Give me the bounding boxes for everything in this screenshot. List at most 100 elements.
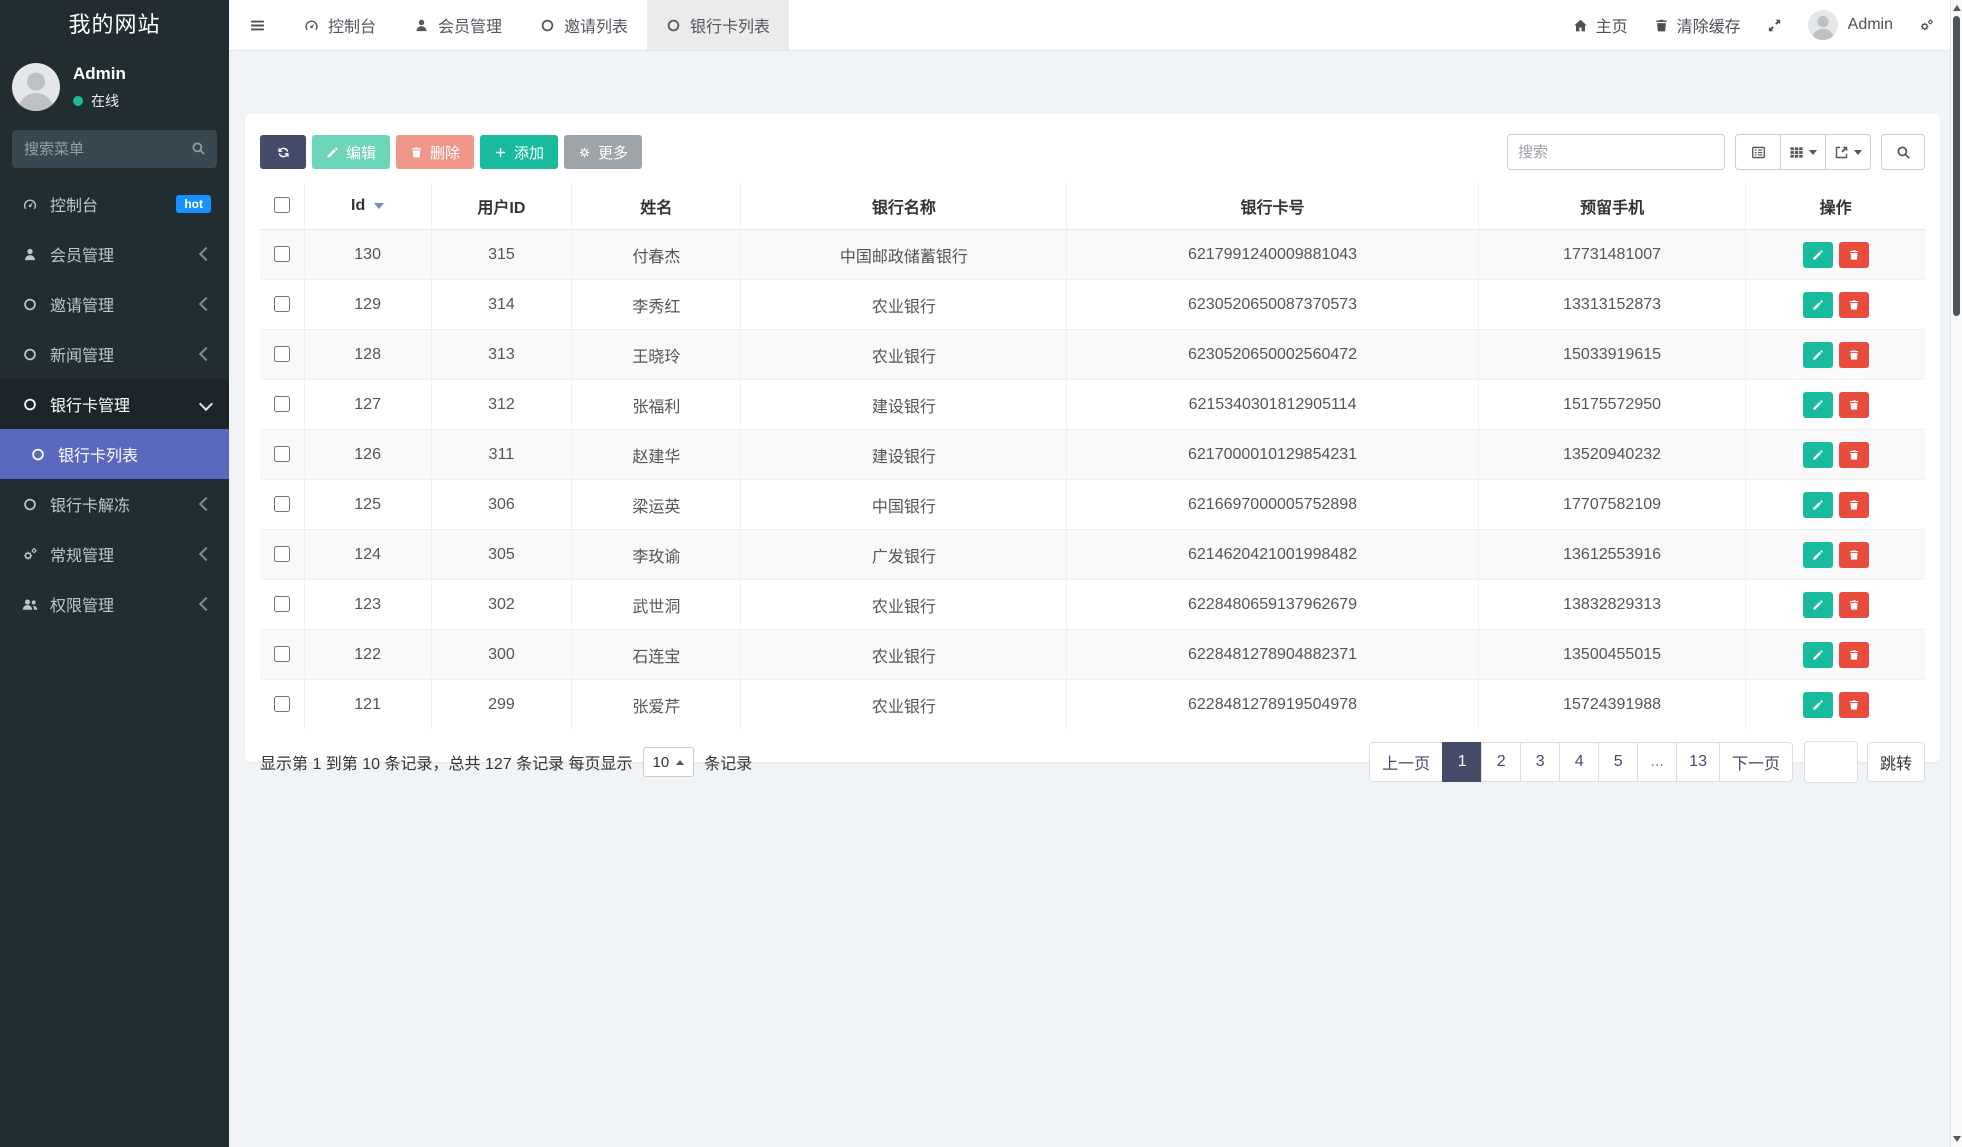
page-jump-button[interactable]: 跳转 (1866, 742, 1925, 782)
column-header-label[interactable]: 银行卡号 (1241, 200, 1305, 217)
sidebar-item-bankcard-unfreeze[interactable]: 银行卡解冻 (0, 479, 229, 529)
row-checkbox[interactable] (274, 295, 291, 312)
column-header-label[interactable]: 操作 (1820, 200, 1852, 217)
row-edit-button[interactable] (1802, 341, 1833, 368)
sidebar-item-permissions[interactable]: 权限管理 (0, 579, 229, 629)
sidebar-item-console[interactable]: 控制台 hot (0, 179, 229, 229)
row-delete-button[interactable] (1838, 341, 1869, 368)
row-edit-button[interactable] (1802, 391, 1833, 418)
row-edit-button[interactable] (1802, 491, 1833, 518)
detail-view-button[interactable] (1735, 134, 1781, 170)
row-checkbox[interactable] (274, 245, 291, 262)
row-checkbox[interactable] (274, 345, 291, 362)
cell-name: 赵建华 (571, 429, 741, 480)
fullscreen-button[interactable] (1767, 18, 1782, 33)
page-button-4[interactable]: 4 (1559, 742, 1600, 782)
sidebar-item-members[interactable]: 会员管理 (0, 229, 229, 279)
columns-toggle-button[interactable] (1780, 134, 1826, 170)
page-jump-input[interactable] (1803, 741, 1858, 783)
page-size-select[interactable]: 10 (642, 747, 695, 777)
row-checkbox[interactable] (274, 595, 291, 612)
select-all-checkbox[interactable] (274, 197, 291, 213)
scrollbar[interactable] (1950, 0, 1962, 1147)
row-edit-button[interactable] (1802, 641, 1833, 668)
tab-invite-list[interactable]: 邀请列表 (521, 0, 647, 50)
next-page-button[interactable]: 下一页 (1718, 742, 1793, 782)
cell-card: 6230520650087370573 (1066, 279, 1479, 330)
column-header-label[interactable]: 用户ID (477, 200, 525, 217)
more-button[interactable]: 更多 (564, 135, 643, 169)
cell-card: 6228481278919504978 (1066, 679, 1479, 729)
page-button-3[interactable]: 3 (1520, 742, 1561, 782)
sort-caret-icon[interactable] (374, 202, 385, 209)
row-delete-button[interactable] (1838, 391, 1869, 418)
sidebar-item-general[interactable]: 常规管理 (0, 529, 229, 579)
export-button[interactable] (1825, 134, 1871, 170)
row-edit-button[interactable] (1802, 591, 1833, 618)
column-header-label[interactable]: Id (351, 197, 365, 214)
tab-members[interactable]: 会员管理 (395, 0, 521, 50)
row-edit-button[interactable] (1802, 441, 1833, 468)
row-delete-button[interactable] (1838, 291, 1869, 318)
settings-gear-button[interactable] (1919, 18, 1934, 33)
row-checkbox[interactable] (274, 545, 291, 562)
page-ellipsis: ... (1637, 742, 1678, 782)
admin-user-menu[interactable]: Admin (1807, 10, 1893, 40)
clear-cache-link[interactable]: 清除缓存 (1654, 13, 1741, 37)
edit-button[interactable]: 编辑 (312, 135, 391, 169)
page-button-1[interactable]: 1 (1442, 742, 1483, 782)
row-edit-button[interactable] (1802, 541, 1833, 568)
tab-console[interactable]: 控制台 (285, 0, 395, 50)
sidebar-item-bankcard[interactable]: 银行卡管理 (0, 379, 229, 429)
sidebar-item-invites[interactable]: 邀请管理 (0, 279, 229, 329)
add-button[interactable]: 添加 (480, 135, 559, 169)
table-row: 123 302 武世洞 农业银行 6228480659137962679 13832829… (260, 579, 1925, 630)
sidebar-item-bankcard-list[interactable]: 银行卡列表 (0, 429, 229, 479)
cell-phone: 17707582109 (1477, 479, 1746, 530)
home-label: 主页 (1595, 19, 1628, 36)
row-delete-button[interactable] (1838, 591, 1869, 618)
trash-icon (1848, 549, 1860, 561)
sidebar-item-news[interactable]: 新闻管理 (0, 329, 229, 379)
column-header-label[interactable]: 银行名称 (872, 200, 936, 217)
table-search-input[interactable] (1507, 134, 1725, 170)
row-delete-button[interactable] (1838, 641, 1869, 668)
page-button-13[interactable]: 13 (1676, 742, 1720, 782)
row-delete-button[interactable] (1838, 691, 1869, 718)
row-delete-button[interactable] (1838, 541, 1869, 568)
cell-card: 6228480659137962679 (1066, 579, 1479, 630)
row-edit-button[interactable] (1802, 691, 1833, 718)
row-checkbox[interactable] (274, 495, 291, 512)
page-button-5[interactable]: 5 (1598, 742, 1639, 782)
menu-search-input[interactable] (12, 130, 217, 168)
prev-page-button[interactable]: 上一页 (1369, 742, 1444, 782)
cell-card: 6217000010129854231 (1066, 429, 1479, 480)
scrollbar-thumb[interactable] (1953, 16, 1960, 316)
pencil-icon (1812, 449, 1824, 461)
row-checkbox[interactable] (274, 445, 291, 462)
column-header-label[interactable]: 预留手机 (1580, 200, 1644, 217)
row-delete-button[interactable] (1838, 491, 1869, 518)
tab-bankcard-list[interactable]: 银行卡列表 (647, 0, 790, 50)
row-checkbox[interactable] (274, 395, 291, 412)
sidebar-toggle-button[interactable] (229, 0, 285, 50)
row-edit-button[interactable] (1802, 291, 1833, 318)
row-checkbox[interactable] (274, 645, 291, 662)
delete-button[interactable]: 删除 (396, 135, 475, 169)
row-edit-button[interactable] (1802, 241, 1833, 268)
search-toggle-button[interactable] (1881, 134, 1925, 170)
scroll-down-arrow-icon[interactable] (1953, 1136, 1961, 1142)
table-row: 127 312 张福利 建设银行 6215340301812905114 15175572… (260, 379, 1925, 430)
row-delete-button[interactable] (1838, 441, 1869, 468)
refresh-button[interactable] (260, 135, 306, 169)
scroll-up-arrow-icon[interactable] (1953, 5, 1961, 11)
topnav-right: 主页 清除缓存 Admin (1573, 0, 1962, 50)
page-button-2[interactable]: 2 (1481, 742, 1522, 782)
cell-phone: 17731481007 (1477, 229, 1746, 280)
column-header-label[interactable]: 姓名 (640, 200, 672, 217)
trash-icon (1848, 649, 1860, 661)
list-icon (1751, 145, 1766, 160)
row-delete-button[interactable] (1838, 241, 1869, 268)
row-checkbox[interactable] (274, 695, 291, 712)
home-link[interactable]: 主页 (1573, 13, 1628, 37)
